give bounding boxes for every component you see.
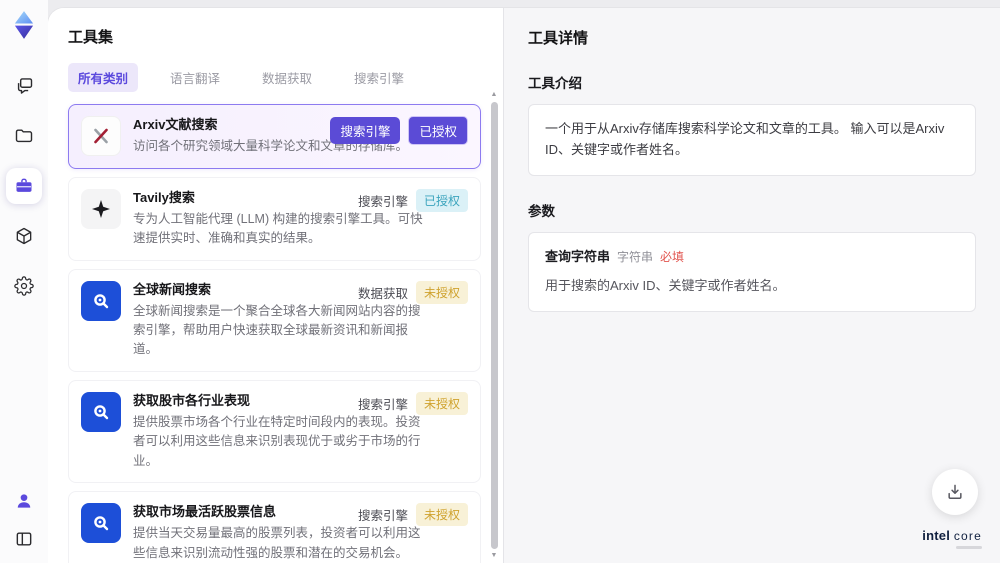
category-tabs: 所有类别 语言翻译 数据获取 搜索引擎: [68, 63, 481, 92]
sidebar-item-account[interactable]: [8, 485, 40, 517]
auth-status-badge: 未授权: [415, 280, 468, 304]
search-blue-icon: [81, 391, 121, 432]
user-icon: [17, 494, 31, 508]
sidebar-item-chat[interactable]: [6, 68, 42, 104]
scrollbar-thumb[interactable]: [490, 102, 498, 549]
param-type: 字符串: [617, 249, 654, 264]
tab-3[interactable]: 搜索引擎: [344, 63, 414, 92]
tools-list-panel: 工具集 所有类别 语言翻译 数据获取 搜索引擎 Arxiv文献搜索 访问各个研究领域大…: [48, 8, 503, 563]
intel-core-logo: intel core: [922, 528, 982, 549]
tool-intro-box: 一个用于从Arxiv存储库搜索科学论文和文章的工具。 输入可以是Arxiv ID…: [528, 104, 976, 176]
category-badge: 搜索引擎: [357, 397, 408, 412]
download-button[interactable]: [932, 469, 978, 515]
core-logo-text: core: [953, 529, 982, 543]
intro-section-title: 工具介绍: [528, 76, 582, 91]
list-scrollbar[interactable]: ▲ ▼: [488, 90, 500, 561]
tool-description: 专为人工智能代理 (LLM) 构建的搜索引擎工具。可快速提供实时、准确和真实的结…: [133, 211, 423, 246]
sidebar-item-files[interactable]: [6, 118, 42, 154]
arxiv-icon: [81, 116, 121, 156]
tool-card[interactable]: Tavily搜索 专为人工智能代理 (LLM) 构建的搜索引擎工具。可快速提供实…: [68, 176, 481, 261]
category-badge: 数据获取: [357, 286, 408, 301]
tab-0[interactable]: 所有类别: [68, 63, 139, 92]
tool-description: 提供股票市场各个行业在特定时间段内的表现。投资者可以利用这些信息来识别表现优于或…: [133, 415, 421, 468]
tool-card[interactable]: 全球新闻搜索 全球新闻搜索是一个聚合全球各大新闻网站内容的搜索引擎，帮助用户快速…: [68, 268, 481, 372]
tab-1[interactable]: 语言翻译: [160, 63, 230, 92]
tool-card[interactable]: 获取股市各行业表现 提供股票市场各个行业在特定时间段内的表现。投资者可以利用这些…: [68, 379, 481, 484]
tab-2[interactable]: 数据获取: [252, 63, 322, 92]
tool-card[interactable]: 获取市场最活跃股票信息 提供当天交易量最高的股票列表，投资者可以利用这些信息来识…: [68, 491, 481, 563]
chat-icon: [17, 78, 33, 94]
auth-status-badge: 已授权: [415, 188, 468, 212]
folder-icon: [15, 129, 33, 143]
param-description: 用于搜索的Arxiv ID、关键字或作者姓名。: [545, 278, 786, 294]
panel-layout-icon: [16, 532, 32, 546]
sidebar-item-collapse-panel[interactable]: [8, 523, 40, 555]
tavily-icon: [81, 188, 121, 229]
intel-logo-text: intel: [922, 528, 951, 543]
main-content: 工具集 所有类别 语言翻译 数据获取 搜索引擎 Arxiv文献搜索 访问各个研究领域大…: [48, 8, 1000, 563]
tool-description: 全球新闻搜索是一个聚合全球各大新闻网站内容的搜索引擎，帮助用户快速获取全球最新资…: [133, 303, 421, 357]
app-sidebar: [0, 0, 48, 563]
param-required-badge: 必填: [660, 249, 685, 264]
detail-title: 工具详情: [528, 30, 589, 47]
tool-list: Arxiv文献搜索 访问各个研究领域大量科学论文和文章的存储库。 搜索引擎 已授…: [68, 104, 481, 563]
auth-status-badge: 已授权: [408, 116, 468, 145]
sidebar-item-settings[interactable]: [6, 268, 42, 304]
sidebar-nav: [6, 68, 42, 304]
scroll-down-icon[interactable]: ▼: [491, 551, 498, 561]
app-logo-icon: [14, 11, 34, 39]
category-badge: 搜索引擎: [357, 194, 408, 209]
gear-icon: [14, 276, 34, 296]
scroll-up-icon[interactable]: ▲: [491, 90, 498, 100]
sidebar-item-packages[interactable]: [6, 218, 42, 254]
category-badge: 搜索引擎: [330, 117, 401, 144]
params-section-title: 参数: [528, 203, 555, 219]
intel-logo-underline: [956, 546, 982, 549]
sidebar-item-tools[interactable]: [6, 168, 42, 204]
tool-card[interactable]: Arxiv文献搜索 访问各个研究领域大量科学论文和文章的存储库。 搜索引擎 已授…: [68, 104, 481, 169]
tool-detail-panel: 工具详情 工具介绍 一个用于从Arxiv存储库搜索科学论文和文章的工具。 输入可…: [503, 8, 1000, 563]
search-blue-icon: [81, 503, 121, 544]
tool-description: 提供当天交易量最高的股票列表，投资者可以利用这些信息来识别流动性强的股票和潜在的…: [133, 526, 421, 560]
param-name: 查询字符串: [545, 248, 611, 264]
auth-status-badge: 未授权: [415, 391, 468, 415]
param-box: 查询字符串 字符串 必填 用于搜索的Arxiv ID、关键字或作者姓名。: [528, 231, 976, 313]
page-title: 工具集: [68, 29, 114, 46]
category-badge: 搜索引擎: [357, 509, 408, 524]
auth-status-badge: 未授权: [415, 503, 468, 527]
package-icon: [16, 227, 32, 245]
toolbox-icon: [16, 178, 32, 192]
search-blue-icon: [81, 280, 121, 321]
download-icon: [948, 484, 962, 499]
